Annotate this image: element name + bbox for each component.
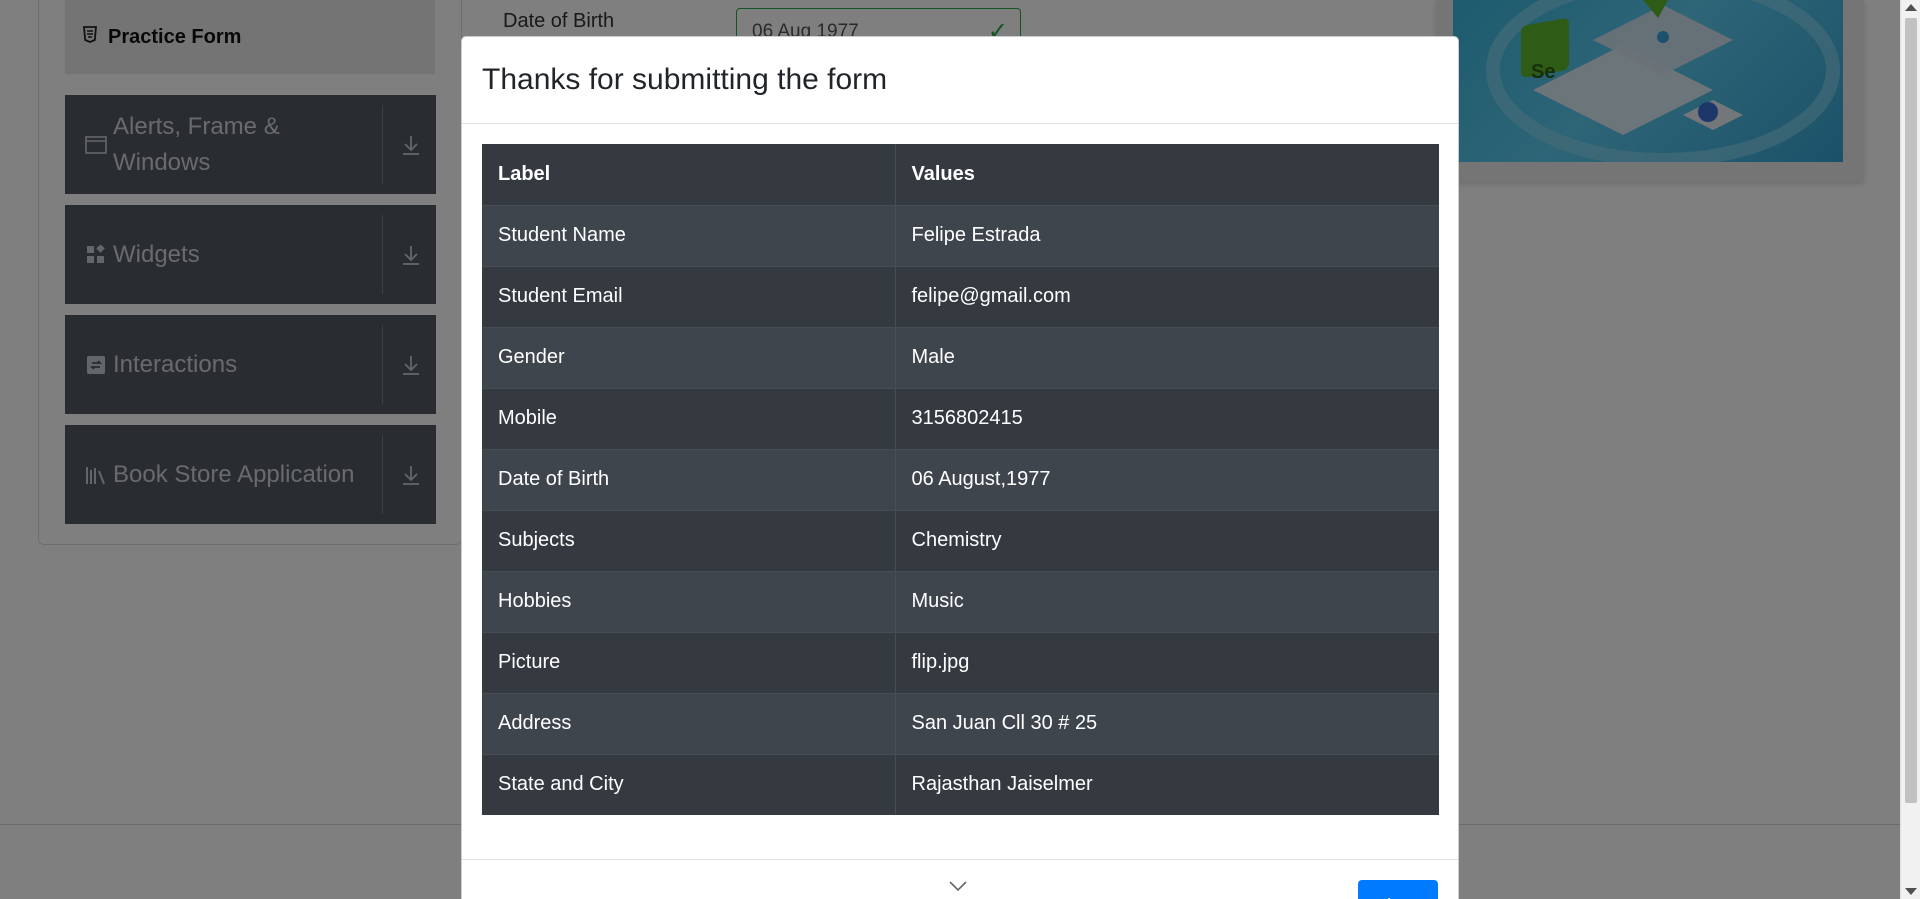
row-value: Chemistry [895,509,1439,571]
row-value: Music [895,570,1439,632]
row-value: flip.jpg [895,631,1439,693]
chevron-down-icon [948,879,968,892]
row-label: Gender [482,326,896,388]
row-value: 3156802415 [895,387,1439,449]
table-row: Address San Juan Cll 30 # 25 [482,692,1439,754]
modal-title: Thanks for submitting the form [482,63,888,96]
scroll-thumb[interactable] [1905,18,1917,803]
table-row: State and City Rajasthan Jaiselmer [482,753,1439,815]
row-label: Date of Birth [482,448,896,510]
row-label: Student Name [482,204,896,266]
row-value: San Juan Cll 30 # 25 [895,692,1439,754]
row-value: Rajasthan Jaiselmer [895,753,1439,815]
table-row: Picture flip.jpg [482,631,1439,693]
submission-modal: Thanks for submitting the form Label Val… [461,36,1459,899]
row-label: Address [482,692,896,754]
row-label: State and City [482,753,896,815]
row-value: Felipe Estrada [895,204,1439,266]
modal-body: Label Values Student Name Felipe Estrada … [462,124,1458,835]
row-label: Hobbies [482,570,896,632]
row-label: Student Email [482,265,896,327]
close-button[interactable]: Close [1358,880,1438,899]
table-row: Gender Male [482,326,1439,388]
row-label: Mobile [482,387,896,449]
row-value: Male [895,326,1439,388]
column-header-values: Values [895,144,1439,205]
table-row: Student Email felipe@gmail.com [482,265,1439,327]
submission-table: Label Values Student Name Felipe Estrada … [482,144,1439,815]
row-label: Subjects [482,509,896,571]
table-header-row: Label Values [482,144,1439,205]
row-value: felipe@gmail.com [895,265,1439,327]
scroll-up-icon[interactable] [1905,4,1917,11]
modal-footer: Close [462,859,1458,899]
modal-header: Thanks for submitting the form [462,37,1458,124]
row-label: Picture [482,631,896,693]
page-scrollbar[interactable] [1900,0,1920,899]
table-row: Student Name Felipe Estrada [482,204,1439,266]
table-row: Subjects Chemistry [482,509,1439,571]
table-row: Mobile 3156802415 [482,387,1439,449]
table-row: Hobbies Music [482,570,1439,632]
table-row: Date of Birth 06 August,1977 [482,448,1439,510]
row-value: 06 August,1977 [895,448,1439,510]
column-header-label: Label [482,144,896,205]
scroll-down-icon[interactable] [1905,888,1917,895]
